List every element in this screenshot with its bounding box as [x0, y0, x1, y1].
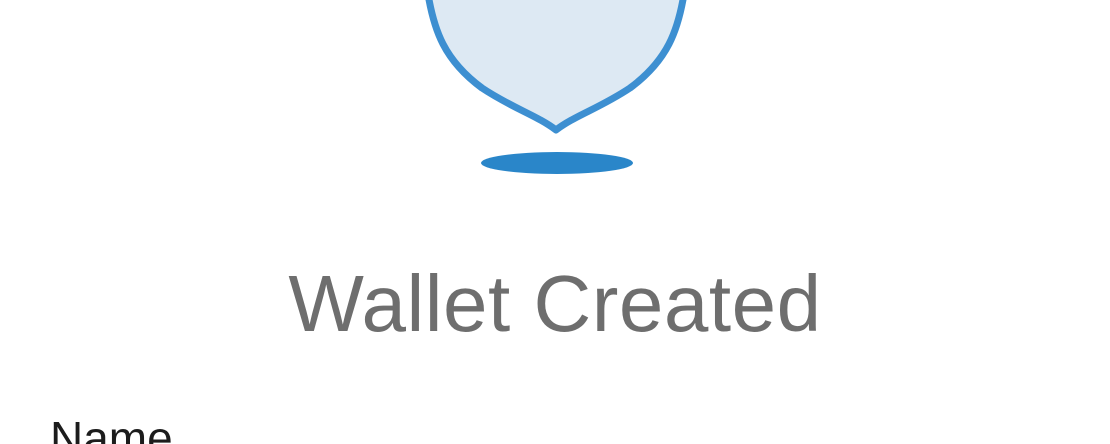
shield-shadow: [481, 152, 633, 174]
shield-icon: [420, 0, 696, 185]
name-field-label: Name: [50, 412, 173, 444]
wallet-created-screen: Wallet Created Name: [0, 0, 1110, 444]
shield-body: [425, 0, 687, 134]
page-title: Wallet Created: [288, 259, 822, 348]
